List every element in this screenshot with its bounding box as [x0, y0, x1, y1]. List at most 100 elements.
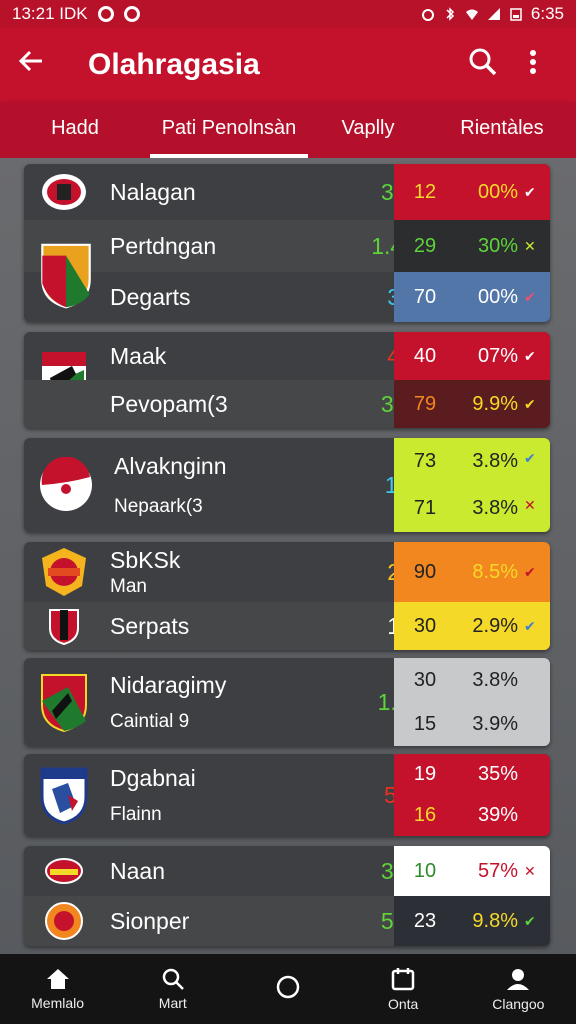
list-item[interactable]: Nalagan 357 12 00% ✔: [24, 164, 550, 220]
profile-icon: [507, 969, 530, 990]
trend-icon: ✕: [524, 862, 536, 879]
stat-line: 73 3.8% ✔: [394, 450, 550, 473]
page-title: Olahragasia: [88, 48, 260, 81]
stat-percent: 3.8%: [472, 668, 518, 691]
match-card[interactable]: Nidaragimy Caintial 9 1.58 30 3.8% 15 3.…: [24, 658, 550, 746]
team-name-secondary: Flainn: [110, 803, 162, 825]
match-card[interactable]: Alvaknginn Nepaark(3 159 73 3.8% ✔ 71 3.…: [24, 438, 550, 532]
nav-home[interactable]: Memlalo: [3, 967, 113, 1011]
match-card[interactable]: Dgabnai Flainn 5.8 19 35% 16 39%: [24, 754, 550, 836]
team-name-secondary: Nepaark(3: [114, 495, 203, 517]
battery-icon: [510, 8, 522, 21]
team-name: Naan: [110, 857, 165, 884]
stat-number: 90: [413, 560, 437, 583]
team-name-primary: Dgabnai: [110, 764, 196, 791]
stat-number: 16: [413, 804, 437, 826]
match-list[interactable]: Nalagan 357 12 00% ✔ Pertdngan 1.459 29 …: [0, 158, 576, 954]
stat-percent: 9.8%: [472, 909, 518, 932]
nav-search[interactable]: Mart: [118, 967, 228, 1011]
stat-cell: 30 3.8% 15 3.9%: [394, 658, 550, 746]
stat-number: 79: [413, 392, 437, 415]
stat-line: 19 35%: [394, 763, 550, 786]
trend-icon: ✔: [524, 288, 536, 305]
trend-icon: ✕: [524, 497, 536, 513]
list-item[interactable]: Alvaknginn Nepaark(3 159 73 3.8% ✔ 71 3.…: [24, 438, 550, 532]
stat-cell: 90 8.5% ✔: [394, 542, 550, 602]
stat-percent: 35%: [477, 763, 518, 785]
team-shield-icon: [49, 609, 79, 646]
nav-home-button[interactable]: [233, 974, 343, 1004]
tab-vaplly[interactable]: Vaplly: [308, 102, 428, 158]
stat-number: 19: [413, 763, 437, 785]
list-item[interactable]: Maak 42 40 07% ✔: [24, 332, 550, 380]
signal-icon: [487, 8, 500, 20]
stat-number: 71: [413, 497, 437, 519]
team-name: Degarts: [110, 283, 191, 310]
trend-icon: ✔: [524, 912, 536, 929]
tab-rientales[interactable]: Rientàles: [428, 102, 576, 158]
team-shield-icon: [41, 674, 87, 733]
trend-icon: ✔: [524, 617, 536, 634]
nav-label: Onta: [387, 996, 419, 1012]
list-item[interactable]: Degarts 38 70 00% ✔: [24, 272, 550, 322]
nav-label: Memlalo: [31, 995, 85, 1011]
stat-number: 30: [413, 668, 437, 691]
stat-number: 29: [413, 234, 437, 257]
stat-cell: 79 9.9% ✔: [394, 380, 550, 428]
team-crest-icon: [45, 858, 83, 884]
stat-cell: 70 00% ✔: [394, 272, 550, 322]
trend-icon: ✔: [524, 183, 536, 200]
stat-number: 12: [413, 180, 437, 203]
back-button[interactable]: [18, 48, 68, 82]
team-name-secondary: Man: [110, 575, 147, 597]
team-name-primary: Alvaknginn: [114, 452, 227, 479]
stat-cell: 30 2.9% ✔: [394, 602, 550, 650]
list-item[interactable]: Sionper 573 23 9.8% ✔: [24, 896, 550, 946]
trend-icon: ✔: [524, 450, 536, 466]
stat-cell: 10 57% ✕: [394, 846, 550, 896]
notification-icon-2: [123, 6, 140, 22]
match-card[interactable]: Nalagan 357 12 00% ✔ Pertdngan 1.459 29 …: [24, 164, 550, 322]
stat-cell: 40 07% ✔: [394, 332, 550, 380]
team-crest-icon: [40, 457, 92, 511]
team-name: Sionper: [110, 907, 190, 934]
team-name: Pertdngan: [110, 232, 217, 259]
list-item[interactable]: Pertdngan 1.459 29 30% ✕: [24, 220, 550, 309]
team-name: Maak: [110, 342, 167, 369]
trend-icon: ✕: [524, 237, 536, 254]
match-card[interactable]: Naan 359 10 57% ✕ Sionper 573 23 9.8% ✔: [24, 846, 550, 946]
list-item[interactable]: Dgabnai Flainn 5.8 19 35% 16 39%: [24, 754, 550, 836]
stat-line: 15 3.9%: [394, 713, 550, 736]
wifi-icon: [465, 9, 478, 20]
arrow-left-icon: [18, 50, 42, 72]
list-item[interactable]: Nidaragimy Caintial 9 1.58 30 3.8% 15 3.…: [24, 658, 550, 746]
stat-percent: 2.9%: [472, 614, 518, 637]
calendar-icon: [391, 968, 415, 991]
list-item[interactable]: Pevopam(3 337 79 9.9% ✔: [24, 380, 550, 428]
app-bar: Olahragasia: [0, 28, 576, 102]
nav-profile[interactable]: Clangoo: [463, 966, 573, 1012]
match-card[interactable]: SbKSk Man 27 90 8.5% ✔ Serpats 13 30 2.9…: [24, 542, 550, 650]
tab-pati-penolnsan[interactable]: Pati Penolnsàn: [150, 102, 308, 158]
list-item[interactable]: Naan 359 10 57% ✕: [24, 846, 550, 896]
tab-hadd[interactable]: Hadd: [0, 102, 150, 158]
tab-bar: Hadd Pati Penolnsàn Vaplly Rientàles: [0, 102, 576, 158]
team-name: Nalagan: [110, 178, 196, 205]
list-item[interactable]: Serpats 13 30 2.9% ✔: [24, 602, 550, 650]
status-bar: 13:21 IDK 6:35: [0, 0, 576, 28]
team-crest-icon: [42, 174, 86, 210]
stat-number: 40: [413, 344, 437, 367]
stat-number: 30: [413, 614, 437, 637]
bottom-navigation: Memlalo Mart Onta Clangoo: [0, 954, 576, 1024]
list-item[interactable]: SbKSk Man 27 90 8.5% ✔: [24, 542, 550, 602]
nav-calendar[interactable]: Onta: [348, 966, 458, 1012]
more-button[interactable]: [508, 49, 558, 82]
team-name: Alvaknginn Nepaark(3: [114, 453, 329, 518]
search-button[interactable]: [458, 47, 508, 84]
search-icon: [469, 48, 497, 75]
stat-cell: 23 9.8% ✔: [394, 896, 550, 946]
trend-icon: ✔: [524, 395, 536, 412]
more-vertical-icon: [530, 49, 536, 74]
stat-number: 23: [413, 909, 437, 932]
match-card[interactable]: Maak 42 40 07% ✔ Pevopam(3 337 79 9.9% ✔: [24, 332, 550, 428]
